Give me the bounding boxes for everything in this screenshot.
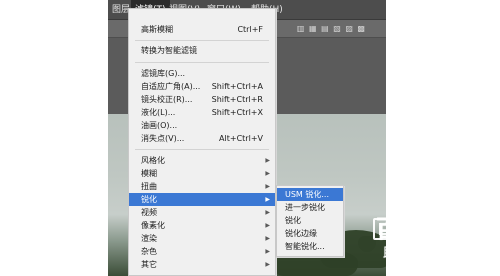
menu-item-shortcut: Shift+Ctrl+R: [211, 95, 263, 104]
menu-item-label: 滤镜库(G)...: [141, 69, 186, 78]
menu-item-vanishing-point[interactable]: 消失点(V)... Alt+Ctrl+V: [129, 132, 275, 145]
menu-item-label: 渲染: [141, 234, 157, 243]
menu-divider: [135, 62, 269, 63]
submenu-item-label: USM 锐化...: [285, 190, 330, 199]
menu-item-shortcut: Shift+Ctrl+A: [211, 82, 263, 91]
submenu-item-label: 锐化: [285, 216, 301, 225]
submenu-item-label: 智能锐化...: [285, 242, 325, 251]
menu-item-label: 其它: [141, 260, 157, 269]
submenu-item-usm-sharpen[interactable]: USM 锐化...: [277, 188, 343, 201]
menu-item-render[interactable]: 渲染 ▶: [129, 232, 275, 245]
submenu-item-smart-sharpen[interactable]: 智能锐化...: [277, 240, 343, 253]
watermark-sub-text: 助你轻松解决: [383, 246, 473, 262]
menu-item-label: 锐化: [141, 195, 157, 204]
menu-divider: [135, 149, 269, 150]
menu-item-label: 消失点(V)...: [141, 134, 185, 143]
menu-item-label: 模糊: [141, 169, 157, 178]
submenu-item-label: 进一步锐化: [285, 203, 325, 212]
toolbar-icons: ▥ ▦ ▤ ▧ ▨ ▩: [296, 24, 366, 33]
menu-item-shortcut: Ctrl+F: [237, 25, 263, 34]
menu-divider: [135, 40, 269, 41]
arrow-right-icon: ▶: [265, 235, 270, 242]
menu-item-label: 杂色: [141, 247, 157, 256]
menu-item-noise[interactable]: 杂色 ▶: [129, 245, 275, 258]
menu-item-shortcut: Shift+Ctrl+X: [211, 108, 263, 117]
menu-item-other[interactable]: 其它 ▶: [129, 258, 275, 271]
menu-item-distort[interactable]: 扭曲 ▶: [129, 180, 275, 193]
submenu-item-sharpen-edges[interactable]: 锐化边缘: [277, 227, 343, 240]
menu-item-blur[interactable]: 模糊 ▶: [129, 167, 275, 180]
menu-item-sharpen[interactable]: 锐化 ▶: [129, 193, 275, 206]
menu-item-label: 液化(L)...: [141, 108, 176, 117]
menu-item-label: 高斯模糊: [141, 25, 173, 34]
menu-item-label: 油画(O)...: [141, 121, 178, 130]
arrow-right-icon: ▶: [265, 196, 270, 203]
menu-item-label: 风格化: [141, 156, 165, 165]
menu-item-stylize[interactable]: 风格化 ▶: [129, 154, 275, 167]
menu-item-adaptive-wide-angle[interactable]: 自适应广角(A)... Shift+Ctrl+A: [129, 80, 275, 93]
menu-item-shortcut: Alt+Ctrl+V: [219, 134, 263, 143]
menu-item-label: 自适应广角(A)...: [141, 82, 201, 91]
submenu-item-sharpen-more[interactable]: 进一步锐化: [277, 201, 343, 214]
arrow-right-icon: ▶: [265, 209, 270, 216]
menu-item-label: 镜头校正(R)...: [141, 95, 193, 104]
arrow-right-icon: ▶: [265, 222, 270, 229]
arrow-right-icon: ▶: [265, 157, 270, 164]
menu-item-label: 视频: [141, 208, 157, 217]
menu-item-video[interactable]: 视频 ▶: [129, 206, 275, 219]
arrow-right-icon: ▶: [265, 261, 270, 268]
menu-item-gaussian-blur[interactable]: 高斯模糊 Ctrl+F: [129, 23, 275, 36]
screenshot-stage: 图层(S) 滤镜(T) 视图(V) 窗口(W) 帮助(H) ▥ ▦ ▤ ▧ ▨ …: [0, 0, 500, 276]
menu-item-convert-smart-filter[interactable]: 转换为智能滤镜: [129, 44, 275, 57]
arrow-right-icon: ▶: [265, 248, 270, 255]
menu-item-oil-paint[interactable]: 油画(O)...: [129, 119, 275, 132]
menu-item-label: 转换为智能滤镜: [141, 46, 197, 55]
sharpen-submenu: USM 锐化... 进一步锐化 锐化 锐化边缘 智能锐化...: [276, 185, 344, 257]
menu-item-liquify[interactable]: 液化(L)... Shift+Ctrl+X: [129, 106, 275, 119]
watermark-main-text: 百科全说: [376, 215, 476, 243]
submenu-item-sharpen[interactable]: 锐化: [277, 214, 343, 227]
menu-item-filter-gallery[interactable]: 滤镜库(G)...: [129, 67, 275, 80]
arrow-right-icon: ▶: [265, 183, 270, 190]
filter-menu: 高斯模糊 Ctrl+F 转换为智能滤镜 滤镜库(G)... 自适应广角(A)..…: [128, 8, 276, 276]
menu-item-label: 扭曲: [141, 182, 157, 191]
menu-item-lens-correction[interactable]: 镜头校正(R)... Shift+Ctrl+R: [129, 93, 275, 106]
submenu-item-label: 锐化边缘: [285, 229, 317, 238]
menu-item-label: 像素化: [141, 221, 165, 230]
menu-item-pixelate[interactable]: 像素化 ▶: [129, 219, 275, 232]
arrow-right-icon: ▶: [265, 170, 270, 177]
